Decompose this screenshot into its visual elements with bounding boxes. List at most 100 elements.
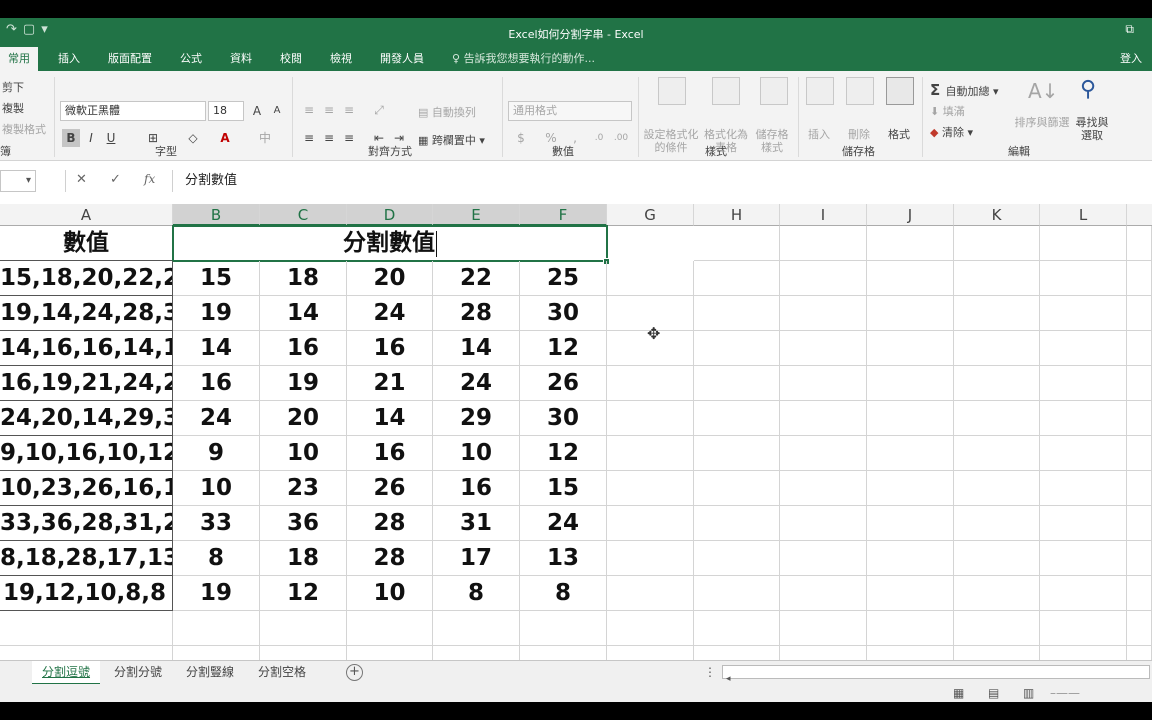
empty-cell[interactable] (694, 331, 780, 366)
page-break-view-icon[interactable]: ▥ (1023, 686, 1034, 700)
split-value-cell[interactable]: 9 (173, 436, 260, 471)
empty-cell[interactable] (1040, 331, 1127, 366)
fill-color-icon[interactable]: ◇ (184, 129, 202, 147)
split-value-cell[interactable]: 8 (433, 576, 520, 611)
split-value-cell[interactable]: 19 (260, 366, 347, 401)
empty-cell[interactable] (1040, 401, 1127, 436)
split-value-cell[interactable]: 8 (173, 541, 260, 576)
ribbon-display-options-icon[interactable]: ⧉ (1125, 22, 1134, 37)
empty-cell[interactable] (780, 506, 867, 541)
split-value-cell[interactable]: 20 (347, 261, 433, 296)
empty-cell[interactable] (1040, 506, 1127, 541)
source-value-cell[interactable]: 10,23,26,16,15 (0, 471, 173, 506)
empty-cell[interactable] (1127, 471, 1152, 506)
split-value-cell[interactable]: 16 (347, 436, 433, 471)
align-top-icon[interactable]: ≡ (300, 101, 318, 119)
empty-cell[interactable] (780, 471, 867, 506)
decrease-font-icon[interactable]: A (268, 102, 286, 120)
sheet-tab-semicolon[interactable]: 分割分號 (104, 661, 172, 683)
wrap-text-button[interactable]: ▤ 自動換列 (418, 104, 476, 120)
empty-cell[interactable] (867, 366, 954, 401)
page-layout-view-icon[interactable]: ▤ (988, 686, 999, 700)
empty-cell[interactable] (694, 401, 780, 436)
empty-cell[interactable] (1127, 296, 1152, 331)
split-value-cell[interactable]: 14 (433, 331, 520, 366)
empty-cell[interactable] (1127, 226, 1152, 261)
empty-cell[interactable] (954, 401, 1040, 436)
empty-cell[interactable] (867, 541, 954, 576)
tab-home[interactable]: 常用 (0, 47, 38, 71)
empty-cell[interactable] (1040, 541, 1127, 576)
empty-cell[interactable] (867, 401, 954, 436)
empty-cell[interactable] (780, 296, 867, 331)
empty-cell[interactable] (694, 296, 780, 331)
increase-decimal-icon[interactable]: .0 (590, 129, 608, 147)
sheet-tab-space[interactable]: 分割空格 (248, 661, 316, 683)
empty-cell[interactable] (607, 471, 694, 506)
split-value-cell[interactable]: 16 (433, 471, 520, 506)
empty-cell[interactable] (694, 471, 780, 506)
empty-cell[interactable] (694, 436, 780, 471)
empty-cell[interactable] (694, 541, 780, 576)
cancel-icon[interactable]: ✕ (76, 172, 87, 187)
empty-cell[interactable] (954, 506, 1040, 541)
source-value-cell[interactable]: 33,36,28,31,24 (0, 506, 173, 541)
empty-cell[interactable] (954, 541, 1040, 576)
split-value-cell[interactable]: 12 (520, 436, 607, 471)
decrease-decimal-icon[interactable]: .00 (612, 129, 630, 147)
split-value-cell[interactable]: 10 (347, 576, 433, 611)
split-value-cell[interactable]: 12 (260, 576, 347, 611)
normal-view-icon[interactable]: ▦ (953, 686, 964, 700)
sheet-tab-pipe[interactable]: 分割豎線 (176, 661, 244, 683)
empty-cell[interactable] (173, 611, 260, 646)
split-value-cell[interactable]: 29 (433, 401, 520, 436)
empty-cell[interactable] (347, 611, 433, 646)
sheet-tab-comma[interactable]: 分割逗號 (32, 661, 101, 685)
empty-cell[interactable] (780, 261, 867, 296)
empty-cell[interactable] (954, 471, 1040, 506)
phonetic-icon[interactable]: 中 (256, 129, 274, 147)
copy-button[interactable]: 複製 (2, 100, 24, 116)
empty-cell[interactable] (1127, 331, 1152, 366)
split-value-cell[interactable]: 24 (520, 506, 607, 541)
merge-center-button[interactable]: ▦ 跨欄置中 ▾ (418, 132, 485, 148)
insert-cells-button[interactable]: 插入 (800, 128, 838, 141)
split-value-cell[interactable]: 14 (347, 401, 433, 436)
empty-cell[interactable] (1127, 261, 1152, 296)
split-value-cell[interactable]: 20 (260, 401, 347, 436)
split-value-cell[interactable]: 36 (260, 506, 347, 541)
font-color-icon[interactable]: A (216, 129, 234, 147)
tab-developer[interactable]: 開發人員 (380, 47, 424, 71)
split-value-cell[interactable]: 8 (520, 576, 607, 611)
empty-cell[interactable] (780, 436, 867, 471)
column-header-f[interactable]: F (520, 204, 607, 226)
column-header-a[interactable]: A (0, 204, 173, 226)
split-value-cell[interactable]: 15 (520, 471, 607, 506)
split-value-cell[interactable]: 28 (347, 506, 433, 541)
split-value-cell[interactable]: 19 (173, 296, 260, 331)
format-painter-button[interactable]: 複製格式 (2, 121, 46, 137)
source-value-cell[interactable]: 16,19,21,24,26 (0, 366, 173, 401)
empty-cell[interactable] (954, 366, 1040, 401)
source-value-cell[interactable]: 8,18,28,17,13 (0, 541, 173, 576)
split-value-cell[interactable]: 18 (260, 261, 347, 296)
split-value-cell[interactable]: 24 (173, 401, 260, 436)
number-format-dropdown[interactable]: 通用格式 (508, 101, 632, 121)
cell-styles-button[interactable]: 儲存格樣式 (752, 128, 792, 154)
empty-cell[interactable] (954, 436, 1040, 471)
empty-cell[interactable] (867, 261, 954, 296)
find-select-button[interactable]: 尋找與選取 (1074, 116, 1110, 142)
empty-cell[interactable] (1127, 366, 1152, 401)
split-value-cell[interactable]: 31 (433, 506, 520, 541)
empty-cell[interactable] (867, 506, 954, 541)
empty-cell[interactable] (780, 611, 867, 646)
align-left-icon[interactable]: ≡ (300, 129, 318, 147)
source-value-cell[interactable]: 24,20,14,29,30 (0, 401, 173, 436)
empty-cell[interactable] (867, 296, 954, 331)
column-header-e[interactable]: E (433, 204, 520, 226)
split-value-cell[interactable]: 21 (347, 366, 433, 401)
worksheet-grid[interactable]: 數值 分割數值 ✥ 15,18,20,22,25151820222519,14,… (0, 225, 1152, 681)
split-value-cell[interactable]: 13 (520, 541, 607, 576)
split-value-cell[interactable]: 15 (173, 261, 260, 296)
align-center-icon[interactable]: ≡ (320, 129, 338, 147)
